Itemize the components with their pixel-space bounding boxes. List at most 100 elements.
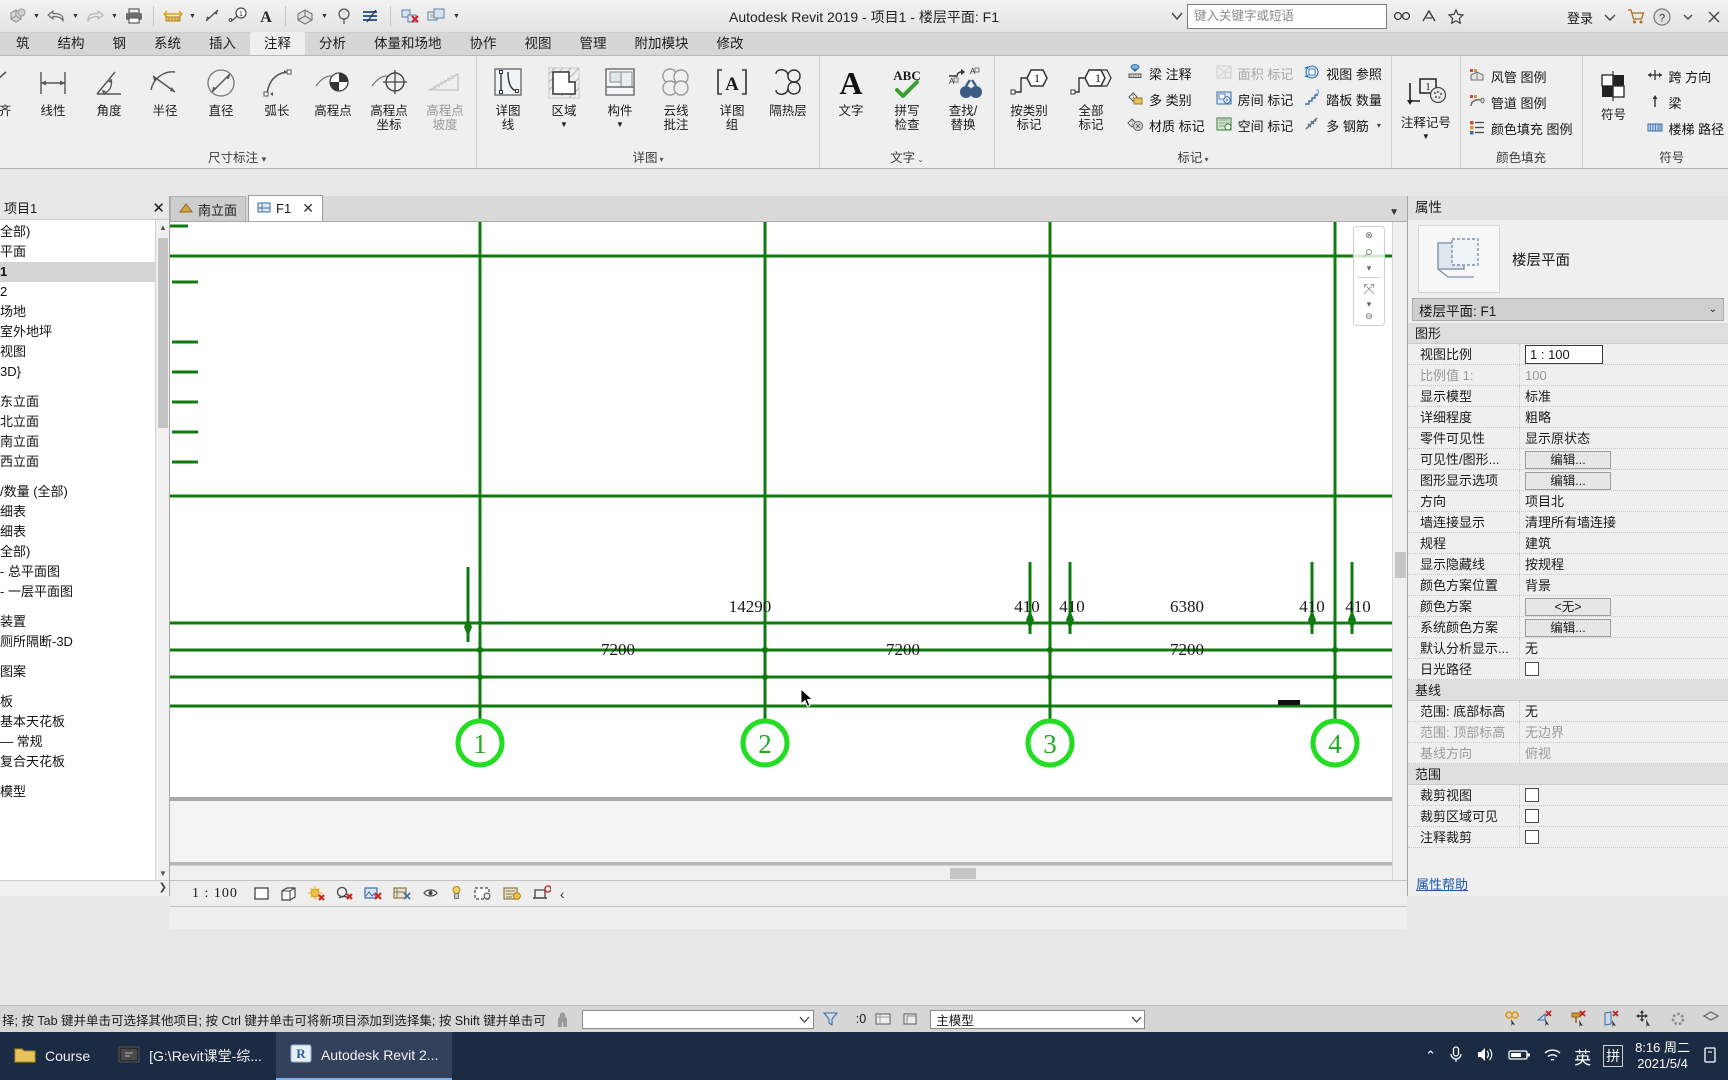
property-value[interactable]: 编辑... bbox=[1520, 470, 1728, 490]
sign-in-link[interactable]: 登录 bbox=[1567, 8, 1593, 27]
property-value[interactable]: 100 bbox=[1520, 365, 1728, 385]
tab-systems[interactable]: 系统 bbox=[140, 32, 195, 55]
switch-windows-button[interactable] bbox=[424, 3, 450, 30]
zoom-tool-icon[interactable]: ⌕ bbox=[1364, 242, 1374, 262]
property-edit-button[interactable]: 编辑... bbox=[1525, 451, 1611, 469]
browser-item[interactable]: 全部) bbox=[0, 222, 169, 242]
property-checkbox[interactable] bbox=[1525, 788, 1539, 802]
show-crop-region-icon[interactable] bbox=[421, 885, 440, 902]
view-tab-south-elevation[interactable]: 南立面 bbox=[170, 196, 247, 221]
tab-architecture[interactable]: 筑 bbox=[2, 32, 44, 55]
undo-caret[interactable]: ▼ bbox=[70, 3, 81, 30]
view-tabs-overflow-icon[interactable]: ▼ bbox=[1389, 207, 1407, 221]
property-value[interactable]: 编辑... bbox=[1520, 449, 1728, 469]
property-value[interactable]: 清理所有墙连接 bbox=[1520, 512, 1728, 532]
notifications-icon[interactable] bbox=[1702, 1046, 1718, 1067]
ribbon-small-area-tag[interactable]: 面积 标记 bbox=[1211, 60, 1300, 86]
ribbon-small-material-tag[interactable]: 1 材质 标记 bbox=[1122, 112, 1211, 138]
ribbon-small-room-tag[interactable]: 房间 标记 bbox=[1211, 86, 1300, 112]
ribbon-button-tag-all[interactable]: 1 全部 标记 bbox=[1060, 59, 1122, 133]
property-value[interactable] bbox=[1520, 806, 1728, 826]
chevron-down-icon[interactable] bbox=[1131, 1015, 1142, 1024]
ribbon-button-radial[interactable]: 半径 bbox=[137, 59, 193, 119]
help-icon[interactable]: ? bbox=[1650, 4, 1674, 30]
property-value[interactable]: <无> bbox=[1520, 596, 1728, 616]
property-edit-button[interactable]: 编辑... bbox=[1525, 472, 1611, 490]
property-edit-button[interactable]: 编辑... bbox=[1525, 619, 1611, 637]
analytical-model-icon[interactable] bbox=[531, 885, 551, 902]
ribbon-button-linear[interactable]: 线性 bbox=[25, 59, 81, 119]
help-caret-icon[interactable] bbox=[1676, 4, 1700, 30]
property-value[interactable]: 建筑 bbox=[1520, 533, 1728, 553]
property-value[interactable]: 粗略 bbox=[1520, 407, 1728, 427]
view-scale-label[interactable]: 1 : 100 bbox=[192, 886, 238, 902]
show-hidden-icons-icon[interactable]: ⌃ bbox=[1425, 1048, 1436, 1064]
tab-collaborate[interactable]: 协作 bbox=[456, 32, 511, 55]
sun-path-off-icon[interactable] bbox=[307, 885, 326, 902]
property-edit-button[interactable]: <无> bbox=[1525, 598, 1611, 616]
view-tab-f1[interactable]: F1 ✕ bbox=[248, 195, 323, 221]
scroll-right-arrow-icon[interactable]: ❯ bbox=[159, 882, 167, 893]
thin-lines-button[interactable] bbox=[358, 3, 384, 30]
property-value[interactable] bbox=[1520, 785, 1728, 805]
close-icon[interactable]: ✕ bbox=[302, 200, 314, 217]
ribbon-small-multi-rebar[interactable]: 多 钢筋 ▾ bbox=[1299, 112, 1388, 138]
search-dropdown-icon[interactable] bbox=[1170, 9, 1184, 23]
browser-item[interactable]: 全部) bbox=[0, 542, 169, 562]
canvas-h-scroll-thumb[interactable] bbox=[950, 868, 976, 879]
close-icon[interactable]: ✕ bbox=[152, 199, 165, 217]
status-drag-elements-icon[interactable] bbox=[1634, 1009, 1656, 1029]
app-minimize-icon[interactable] bbox=[1598, 4, 1622, 30]
detail-level-coarse-icon[interactable] bbox=[253, 886, 270, 901]
crop-view-icon[interactable] bbox=[392, 885, 412, 902]
browser-item[interactable]: 厕所隔断-3D bbox=[0, 632, 169, 652]
help-search-icon[interactable] bbox=[1390, 3, 1414, 29]
ribbon-button-spell-check[interactable]: ABC 拼写 检查 bbox=[879, 59, 935, 133]
browser-item[interactable]: 基本天花板 bbox=[0, 712, 169, 732]
constraints-icon[interactable]: ‹ bbox=[560, 886, 565, 902]
zoom-dropdown-icon[interactable]: ▾ bbox=[1367, 263, 1372, 274]
undo-button[interactable] bbox=[43, 3, 69, 30]
taskbar-item-course[interactable]: Course bbox=[0, 1032, 104, 1080]
close-hidden-windows-button[interactable] bbox=[397, 3, 423, 30]
ribbon-dropdown-caret[interactable]: ▼ bbox=[616, 118, 624, 132]
ribbon-small-view-reference[interactable]: 视图 参照 bbox=[1299, 60, 1388, 86]
status-person-icon[interactable] bbox=[552, 1009, 574, 1029]
panel-dropdown-icon[interactable]: ▼ bbox=[260, 155, 268, 164]
reveal-hidden-elements-icon[interactable] bbox=[473, 885, 493, 902]
ribbon-button-component[interactable]: 构件 ▼ bbox=[592, 59, 648, 133]
ribbon-button-spot-coordinate[interactable]: 高程点 坐标 bbox=[361, 59, 417, 133]
tag-button[interactable]: 1 bbox=[226, 3, 252, 30]
browser-item[interactable]: 复合天花板 bbox=[0, 752, 169, 772]
app-close-icon[interactable] bbox=[1702, 4, 1726, 30]
ribbon-button-keynote[interactable]: 1 注释记号 ▼ bbox=[1395, 71, 1457, 145]
drawing-canvas[interactable]: 1 2 3 4 14290 410 410 6380 410 410 7200 … bbox=[170, 222, 1407, 880]
render-dialog-icon[interactable] bbox=[363, 885, 383, 902]
tab-addins[interactable]: 附加模块 bbox=[621, 32, 703, 55]
navbar-collapse-icon[interactable]: ⊖ bbox=[1365, 311, 1373, 322]
status-select-face-icon[interactable] bbox=[1601, 1009, 1623, 1029]
status-select-links-icon[interactable] bbox=[1502, 1009, 1524, 1029]
browser-item[interactable]: 板 bbox=[0, 692, 169, 712]
input-language-icon[interactable]: 英 bbox=[1574, 1044, 1591, 1069]
ribbon-button-diameter[interactable]: 直径 bbox=[193, 59, 249, 119]
ribbon-small-duct-legend[interactable]: 风管 图例 bbox=[1464, 63, 1579, 89]
browser-item[interactable]: - 一层平面图 bbox=[0, 582, 169, 602]
ribbon-small-space-tag[interactable]: 空间 标记 bbox=[1211, 112, 1300, 138]
ribbon-button-symbol[interactable]: 符号 bbox=[1586, 63, 1642, 123]
property-value[interactable]: 1 : 100 bbox=[1520, 344, 1728, 364]
wifi-icon[interactable] bbox=[1543, 1047, 1562, 1066]
browser-item[interactable]: 南立面 bbox=[0, 432, 169, 452]
property-value[interactable]: 标准 bbox=[1520, 386, 1728, 406]
panel-dropdown-icon[interactable]: ⌄ bbox=[917, 155, 924, 164]
ribbon-button-find-replace[interactable]: AA 查找/ 替换 bbox=[935, 59, 991, 133]
taskbar-item-revit-course[interactable]: [G:\Revit课堂-综... bbox=[104, 1032, 276, 1080]
panel-dropdown-icon[interactable]: ▾ bbox=[1204, 155, 1208, 164]
pan-tool-icon[interactable]: ⤧ bbox=[1363, 281, 1375, 298]
view-caret[interactable]: ▼ bbox=[319, 3, 330, 30]
switch-windows-caret[interactable]: ▼ bbox=[451, 3, 462, 30]
print-button[interactable] bbox=[121, 3, 147, 30]
tab-steel[interactable]: 钢 bbox=[99, 32, 141, 55]
status-settings-icon[interactable] bbox=[1667, 1009, 1689, 1029]
ribbon-button-text[interactable]: A 文字 bbox=[823, 59, 879, 119]
